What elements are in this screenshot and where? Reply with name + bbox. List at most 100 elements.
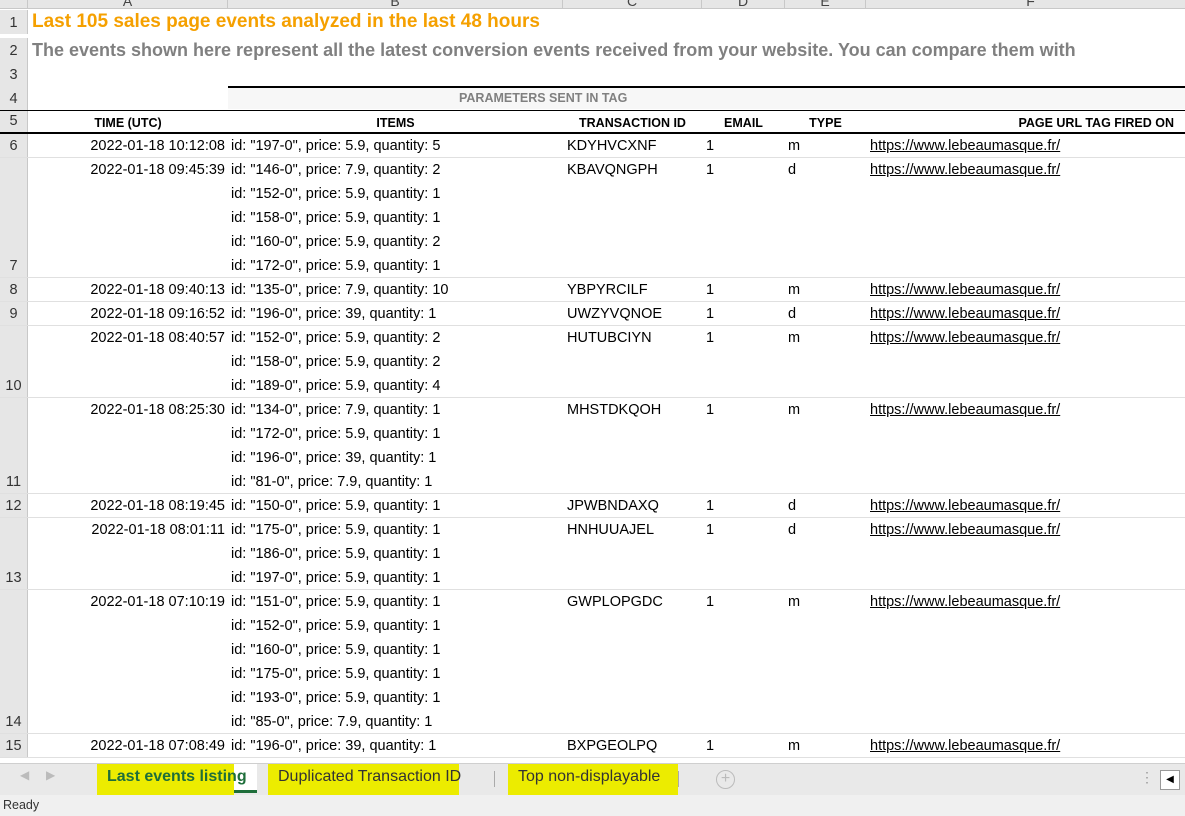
- item-line[interactable]: id: "196-0", price: 39, quantity: 1: [231, 446, 436, 470]
- time-cell[interactable]: 2022-01-18 08:19:45: [28, 494, 228, 518]
- row-number[interactable]: 6: [0, 134, 28, 157]
- time-cell[interactable]: 2022-01-18 07:10:19: [28, 590, 228, 614]
- item-line[interactable]: id: "197-0", price: 5.9, quantity: 1: [231, 566, 440, 590]
- row-number[interactable]: 12: [0, 494, 28, 517]
- item-line[interactable]: id: "152-0", price: 5.9, quantity: 1: [231, 182, 440, 206]
- transaction-id-cell[interactable]: KBAVQNGPH: [567, 158, 658, 182]
- item-line[interactable]: id: "172-0", price: 5.9, quantity: 1: [231, 422, 440, 446]
- item-line[interactable]: id: "85-0", price: 7.9, quantity: 1: [231, 710, 432, 734]
- item-line[interactable]: id: "152-0", price: 5.9, quantity: 1: [231, 614, 440, 638]
- column-header-f[interactable]: F: [866, 0, 1185, 9]
- transaction-id-cell[interactable]: BXPGEOLPQ: [567, 734, 657, 758]
- item-line[interactable]: id: "160-0", price: 5.9, quantity: 2: [231, 230, 440, 254]
- email-cell[interactable]: 1: [706, 278, 714, 302]
- scroll-tabs-left-icon[interactable]: ◀: [20, 768, 29, 782]
- row-number[interactable]: 14: [0, 590, 28, 733]
- item-line[interactable]: id: "175-0", price: 5.9, quantity: 1: [231, 662, 440, 686]
- item-line[interactable]: id: "160-0", price: 5.9, quantity: 1: [231, 638, 440, 662]
- email-cell[interactable]: 1: [706, 158, 714, 182]
- type-cell[interactable]: m: [788, 278, 800, 302]
- page-url-link[interactable]: https://www.lebeaumasque.fr/: [870, 590, 1060, 614]
- type-cell[interactable]: d: [788, 494, 796, 518]
- type-cell[interactable]: d: [788, 158, 796, 182]
- email-cell[interactable]: 1: [706, 302, 714, 326]
- transaction-id-cell[interactable]: MHSTDKQOH: [567, 398, 661, 422]
- item-line[interactable]: id: "186-0", price: 5.9, quantity: 1: [231, 542, 440, 566]
- transaction-id-cell[interactable]: GWPLOPGDC: [567, 590, 663, 614]
- page-url-link[interactable]: https://www.lebeaumasque.fr/: [870, 326, 1060, 350]
- column-header-e[interactable]: E: [785, 0, 866, 9]
- item-line[interactable]: id: "158-0", price: 5.9, quantity: 2: [231, 350, 440, 374]
- item-line[interactable]: id: "158-0", price: 5.9, quantity: 1: [231, 206, 440, 230]
- email-cell[interactable]: 1: [706, 734, 714, 758]
- item-line[interactable]: id: "146-0", price: 7.9, quantity: 2: [231, 158, 440, 182]
- time-cell[interactable]: 2022-01-18 08:40:57: [28, 326, 228, 350]
- item-line[interactable]: id: "172-0", price: 5.9, quantity: 1: [231, 254, 440, 278]
- column-header-a[interactable]: A: [28, 0, 228, 9]
- email-cell[interactable]: 1: [706, 134, 714, 158]
- row-number[interactable]: 15: [0, 734, 28, 757]
- type-cell[interactable]: m: [788, 734, 800, 758]
- item-line[interactable]: id: "150-0", price: 5.9, quantity: 1: [231, 494, 440, 518]
- item-line[interactable]: id: "81-0", price: 7.9, quantity: 1: [231, 470, 432, 494]
- item-line[interactable]: id: "134-0", price: 7.9, quantity: 1: [231, 398, 440, 422]
- select-all-corner[interactable]: [0, 0, 28, 9]
- transaction-id-cell[interactable]: HNHUUAJEL: [567, 518, 654, 542]
- page-url-link[interactable]: https://www.lebeaumasque.fr/: [870, 518, 1060, 542]
- spreadsheet-grid[interactable]: A B C D E F 1 Last 105 sales page events…: [0, 0, 1185, 763]
- page-url-link[interactable]: https://www.lebeaumasque.fr/: [870, 302, 1060, 326]
- item-line[interactable]: id: "152-0", price: 5.9, quantity: 2: [231, 326, 440, 350]
- add-sheet-icon[interactable]: +: [716, 770, 735, 789]
- type-cell[interactable]: m: [788, 398, 800, 422]
- email-cell[interactable]: 1: [706, 398, 714, 422]
- page-url-link[interactable]: https://www.lebeaumasque.fr/: [870, 278, 1060, 302]
- email-cell[interactable]: 1: [706, 590, 714, 614]
- page-url-link[interactable]: https://www.lebeaumasque.fr/: [870, 158, 1060, 182]
- item-line[interactable]: id: "151-0", price: 5.9, quantity: 1: [231, 590, 440, 614]
- time-cell[interactable]: 2022-01-18 08:25:30: [28, 398, 228, 422]
- transaction-id-cell[interactable]: YBPYRCILF: [567, 278, 648, 302]
- type-cell[interactable]: m: [788, 590, 800, 614]
- row-number[interactable]: 13: [0, 518, 28, 589]
- splitter-handle-icon[interactable]: ⋮: [1140, 769, 1154, 786]
- email-cell[interactable]: 1: [706, 326, 714, 350]
- time-cell[interactable]: 2022-01-18 10:12:08: [28, 134, 228, 158]
- time-cell[interactable]: 2022-01-18 09:16:52: [28, 302, 228, 326]
- item-line[interactable]: id: "135-0", price: 7.9, quantity: 10: [231, 278, 448, 302]
- column-header-c[interactable]: C: [563, 0, 702, 9]
- transaction-id-cell[interactable]: KDYHVCXNF: [567, 134, 656, 158]
- time-cell[interactable]: 2022-01-18 08:01:11: [28, 518, 228, 542]
- transaction-id-cell[interactable]: UWZYVQNOE: [567, 302, 662, 326]
- page-url-link[interactable]: https://www.lebeaumasque.fr/: [870, 494, 1060, 518]
- item-line[interactable]: id: "197-0", price: 5.9, quantity: 5: [231, 134, 440, 158]
- row-number[interactable]: 1: [0, 10, 28, 34]
- row-number[interactable]: 2: [0, 38, 28, 62]
- row-number[interactable]: 11: [0, 398, 28, 493]
- page-url-link[interactable]: https://www.lebeaumasque.fr/: [870, 134, 1060, 158]
- row-number[interactable]: 9: [0, 302, 28, 325]
- email-cell[interactable]: 1: [706, 518, 714, 542]
- transaction-id-cell[interactable]: HUTUBCIYN: [567, 326, 652, 350]
- tab-last-events-listing[interactable]: Last events listing: [97, 764, 257, 804]
- item-line[interactable]: id: "189-0", price: 5.9, quantity: 4: [231, 374, 440, 398]
- tab-top-non-displayable[interactable]: Top non-displayable: [508, 764, 678, 804]
- type-cell[interactable]: d: [788, 518, 796, 542]
- item-line[interactable]: id: "175-0", price: 5.9, quantity: 1: [231, 518, 440, 542]
- row-number[interactable]: 7: [0, 158, 28, 277]
- time-cell[interactable]: 2022-01-18 07:08:49: [28, 734, 228, 758]
- type-cell[interactable]: m: [788, 134, 800, 158]
- type-cell[interactable]: d: [788, 302, 796, 326]
- email-cell[interactable]: 1: [706, 494, 714, 518]
- row-number[interactable]: 10: [0, 326, 28, 397]
- transaction-id-cell[interactable]: JPWBNDAXQ: [567, 494, 659, 518]
- time-cell[interactable]: 2022-01-18 09:45:39: [28, 158, 228, 182]
- item-line[interactable]: id: "196-0", price: 39, quantity: 1: [231, 734, 436, 758]
- page-url-link[interactable]: https://www.lebeaumasque.fr/: [870, 734, 1060, 758]
- column-header-b[interactable]: B: [228, 0, 563, 9]
- type-cell[interactable]: m: [788, 326, 800, 350]
- scroll-tabs-right-icon[interactable]: ▶: [46, 768, 55, 782]
- item-line[interactable]: id: "196-0", price: 39, quantity: 1: [231, 302, 436, 326]
- tab-duplicated-transaction-id[interactable]: Duplicated Transaction ID: [268, 764, 471, 804]
- row-number[interactable]: 5: [0, 111, 28, 132]
- row-number[interactable]: 8: [0, 278, 28, 301]
